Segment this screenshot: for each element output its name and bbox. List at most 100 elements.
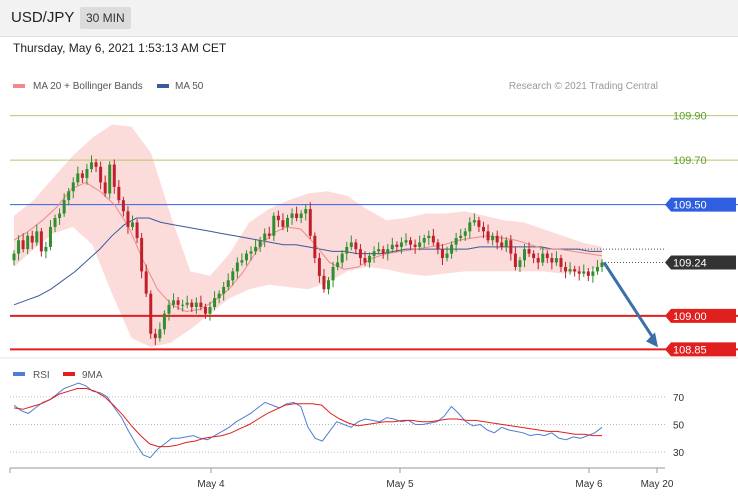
candle-body [368, 255, 372, 263]
candle-body [222, 286, 226, 294]
candle-body [185, 302, 189, 305]
candle-body [495, 235, 499, 243]
legend-label-ma20: MA 20 + Bollinger Bands [33, 81, 143, 92]
legend-swatch-9ma [63, 372, 75, 376]
candle-body [144, 271, 148, 294]
level-108-85-label: 108.85 [673, 344, 707, 356]
candle-body [504, 240, 508, 247]
candle-body [85, 169, 89, 178]
candle-body [172, 300, 176, 305]
candle-body [203, 307, 207, 314]
candle-body [58, 213, 62, 218]
candle-body [582, 271, 586, 274]
legend-swatch-ma20 [13, 84, 25, 88]
candle-body [377, 249, 381, 252]
candle-body [431, 235, 435, 243]
candle-body [295, 213, 299, 218]
candle-body [518, 260, 522, 267]
candle-body [213, 298, 217, 308]
candle-body [536, 258, 540, 263]
candle-body [131, 222, 135, 227]
candle-body [190, 302, 194, 308]
level-109-70-label: 109.70 [673, 155, 707, 167]
candle-body [577, 271, 581, 274]
level-109-24-label: 109.24 [673, 258, 707, 270]
price-labels: 109.90 109.70 109.50 109.24 109.00 108.85 [665, 111, 736, 357]
rsi-line [13, 382, 603, 459]
legend-label-9ma: 9MA [82, 370, 103, 381]
candle-body [208, 307, 212, 314]
candle-body [491, 235, 495, 241]
candle-body [386, 249, 390, 254]
price-chart: MA 20 + Bollinger Bands MA 50 Research ©… [0, 81, 738, 490]
candle-body [573, 269, 577, 272]
candle-body [199, 302, 203, 308]
candle-body [226, 280, 230, 287]
candle-body [454, 238, 458, 245]
candle-body [445, 253, 449, 259]
candle-body [317, 258, 321, 276]
forecast-arrow [602, 261, 658, 348]
rsi-tick-label: 30 [673, 448, 685, 459]
candle-body [258, 240, 262, 247]
candle-body [17, 240, 21, 254]
candle-body [486, 231, 490, 241]
candle-body [26, 235, 30, 250]
x-tick-label: May 6 [575, 479, 603, 490]
candle-body [481, 226, 485, 232]
candle-body [281, 220, 285, 227]
candle-body [327, 280, 331, 290]
candle-body [235, 262, 239, 272]
candle-body [158, 329, 162, 339]
candle-body [240, 260, 244, 263]
credit-text: Research © 2021 Trading Central [509, 81, 658, 92]
candle-body [167, 304, 171, 314]
candle-body [254, 246, 258, 252]
candle-body [532, 253, 536, 259]
legend-label-ma50: MA 50 [175, 81, 204, 92]
candle-body [550, 258, 554, 263]
candle-body [217, 293, 221, 299]
candle-body [500, 242, 504, 247]
level-109-50-label: 109.50 [673, 200, 707, 212]
candle-body [89, 162, 93, 170]
candle-body [194, 302, 198, 308]
candle-body [12, 253, 16, 261]
candle-body [304, 209, 308, 214]
candle-body [564, 266, 568, 272]
level-109-90-label: 109.90 [673, 111, 707, 123]
candle-body [76, 173, 80, 183]
candle-body [523, 249, 527, 261]
candle-body [399, 242, 403, 247]
rsi-tick-label: 50 [673, 421, 685, 432]
candle-body [390, 244, 394, 250]
candle-body [436, 242, 440, 250]
candle-body [440, 249, 444, 259]
candle-body [363, 258, 367, 263]
candle-body [404, 240, 408, 243]
candle-body [527, 249, 531, 254]
candle-body [99, 166, 103, 183]
candle-body [48, 226, 52, 247]
candle-body [117, 186, 121, 201]
candle-body [313, 235, 317, 259]
candle-body [322, 275, 326, 290]
candle-body [121, 200, 125, 212]
rsi-panel: 70 50 30 [0, 357, 738, 459]
candle-body [372, 251, 376, 256]
bollinger-band-area [14, 124, 602, 348]
candle-body [472, 220, 476, 223]
candle-body [381, 249, 385, 254]
candle-body [450, 244, 454, 254]
candle-body [80, 173, 84, 178]
candle-body [39, 231, 43, 252]
candle-body [263, 233, 267, 241]
candle-body [112, 164, 116, 187]
candle-body [135, 222, 139, 239]
candle-body [71, 182, 75, 192]
candle-body [153, 333, 157, 339]
candle-body [509, 240, 513, 254]
candle-body [181, 304, 185, 306]
candle-body [413, 244, 417, 247]
candle-body [331, 266, 335, 281]
